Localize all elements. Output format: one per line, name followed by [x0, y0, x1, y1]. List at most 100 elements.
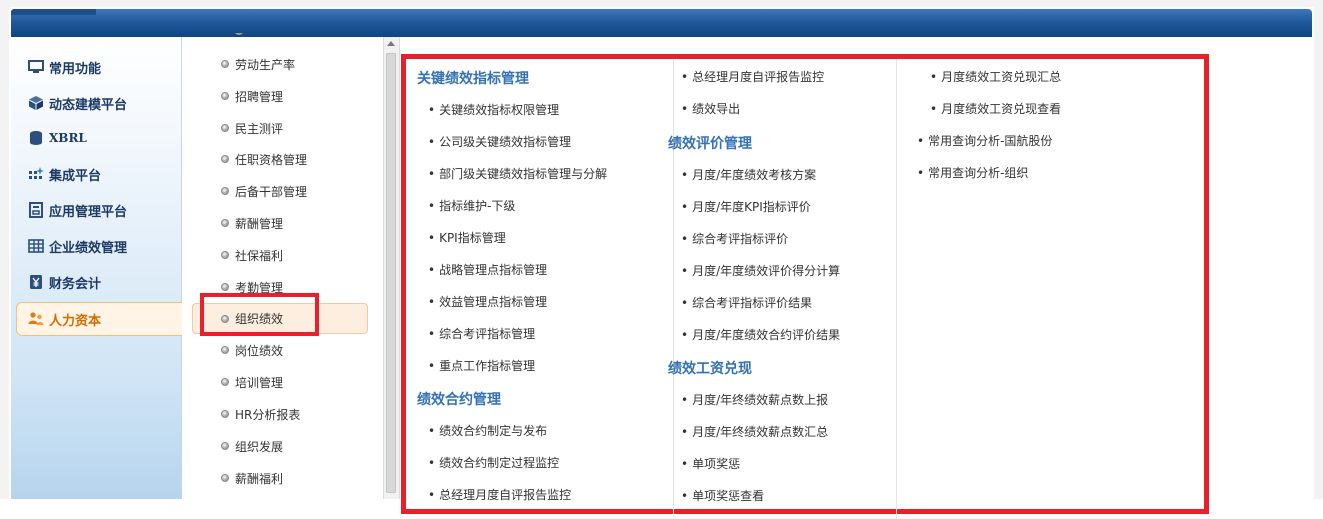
link-strategy-points[interactable]: 战略管理点指标管理 — [428, 261, 547, 278]
group-title-evaluation-management[interactable]: 绩效评价管理 — [668, 133, 752, 153]
org-performance-menu-panel: 关键绩效指标管理 关键绩效指标权限管理 公司级关键绩效指标管理 部门级关键绩效指… — [401, 54, 1209, 519]
link-kpi-permission[interactable]: 关键绩效指标权限管理 — [428, 101, 559, 118]
finance-icon — [28, 274, 44, 290]
column-divider — [896, 59, 897, 519]
nav-item-enterprise-performance[interactable]: 企业绩效管理 — [11, 230, 181, 262]
nav-label: 动态建模平台 — [49, 97, 128, 113]
bullet-icon — [221, 251, 229, 259]
link-salary-points-report[interactable]: 月度/年终绩效薪点数上报 — [681, 391, 828, 408]
link-kpi-indicator[interactable]: KPI指标管理 — [428, 229, 506, 246]
link-performance-export[interactable]: 绩效导出 — [681, 100, 740, 117]
sub-item-post-performance[interactable]: 岗位绩效 — [192, 335, 367, 365]
link-gm-monthly-report-monitor-2[interactable]: 总经理月度自评报告监控 — [681, 68, 824, 85]
left-nav: 常用功能 动态建模平台 XBRL 集成平台 应用管理平台 企业绩效管理 财务会计… — [11, 37, 183, 499]
sub-menu: 劳动生产率 招聘管理 民主测评 任职资格管理 后备干部管理 薪酬管理 社保福利 … — [182, 33, 382, 499]
bullet-icon — [221, 346, 229, 354]
bullet-icon — [221, 60, 229, 68]
bullet-icon — [221, 378, 229, 386]
link-benefit-points[interactable]: 效益管理点指标管理 — [428, 293, 547, 310]
link-wage-summary[interactable]: 月度绩效工资兑现汇总 — [930, 68, 1061, 85]
link-contract-release[interactable]: 绩效合约制定与发布 — [428, 422, 547, 439]
link-individual-rewards-view[interactable]: 单项奖惩查看 — [681, 487, 764, 504]
scroll-thumb[interactable] — [386, 53, 396, 493]
sub-item-recruitment[interactable]: 招聘管理 — [192, 81, 367, 111]
bullet-icon — [221, 155, 229, 163]
sub-item-org-performance[interactable]: 组织绩效 — [192, 303, 368, 334]
sub-item-salary-benefits[interactable]: 薪酬福利 — [192, 463, 367, 493]
nav-item-xbrl[interactable]: XBRL — [11, 122, 181, 154]
nav-item-finance-accounting[interactable]: 财务会计 — [11, 266, 181, 298]
link-salary-points-summary[interactable]: 月度/年终绩效薪点数汇总 — [681, 423, 828, 440]
bullet-icon — [221, 410, 229, 418]
bullet-icon — [221, 187, 229, 195]
nav-item-dynamic-modeling[interactable]: 动态建模平台 — [11, 87, 181, 119]
nav-label: 集成平台 — [49, 168, 102, 184]
app-window-icon — [28, 202, 44, 218]
sub-label: 任职资格管理 — [235, 152, 308, 167]
link-score-calculation[interactable]: 月度/年度绩效评价得分计算 — [681, 262, 840, 279]
column-divider — [673, 59, 674, 519]
sub-item-democratic-evaluation[interactable]: 民主测评 — [192, 113, 367, 143]
sub-item-qualification[interactable]: 任职资格管理 — [192, 144, 367, 174]
link-comprehensive-evaluation[interactable]: 综合考评指标评价 — [681, 230, 788, 247]
nav-item-integration[interactable]: 集成平台 — [11, 158, 181, 190]
link-contract-evaluation-result[interactable]: 月度/年度绩效合约评价结果 — [681, 326, 840, 343]
sub-label: 组织绩效 — [235, 312, 284, 326]
people-icon — [28, 311, 44, 327]
nav-label: 人力资本 — [49, 313, 102, 329]
sub-item-org-development[interactable]: 组织发展 — [192, 431, 367, 461]
group-title-contract-management[interactable]: 绩效合约管理 — [417, 389, 501, 409]
link-assessment-plan[interactable]: 月度/年度绩效考核方案 — [681, 166, 816, 183]
nav-item-app-management[interactable]: 应用管理平台 — [11, 194, 181, 226]
group-title-kpi-management[interactable]: 关键绩效指标管理 — [417, 68, 529, 88]
sub-label: HR分析报表 — [235, 407, 301, 422]
sub-label: 后备干部管理 — [235, 184, 308, 199]
link-key-work-indicators[interactable]: 重点工作指标管理 — [428, 357, 535, 374]
bullet-icon — [221, 283, 229, 291]
scroll-up-arrow-icon[interactable] — [387, 41, 395, 46]
link-individual-rewards[interactable]: 单项奖惩 — [681, 455, 740, 472]
link-gm-monthly-report-monitor[interactable]: 总经理月度自评报告监控 — [428, 486, 571, 503]
link-query-organization[interactable]: 常用查询分析-组织 — [917, 164, 1028, 181]
link-company-kpi[interactable]: 公司级关键绩效指标管理 — [428, 133, 571, 150]
sub-label: 岗位绩效 — [235, 343, 284, 358]
sub-item-attendance[interactable]: 考勤管理 — [192, 272, 367, 302]
table-grid-icon — [28, 238, 44, 254]
link-comprehensive-indicators[interactable]: 综合考评指标管理 — [428, 325, 535, 342]
bullet-icon — [221, 124, 229, 132]
clipped-item-above — [234, 33, 304, 39]
bullet-icon — [221, 442, 229, 450]
sub-item-labor-productivity[interactable]: 劳动生产率 — [192, 49, 367, 79]
link-contract-monitor[interactable]: 绩效合约制定过程监控 — [428, 454, 559, 471]
link-wage-view[interactable]: 月度绩效工资兑现查看 — [930, 100, 1061, 117]
integration-icon — [28, 166, 44, 182]
sub-label: 组织发展 — [235, 439, 284, 454]
bullet-icon — [221, 474, 229, 482]
cube-icon — [28, 95, 44, 111]
link-kpi-evaluation[interactable]: 月度/年度KPI指标评价 — [681, 198, 811, 215]
nav-label: 常用功能 — [49, 61, 102, 77]
nav-label: XBRL — [49, 131, 87, 145]
link-query-air-china[interactable]: 常用查询分析-国航股份 — [917, 132, 1052, 149]
nav-item-human-capital[interactable]: 人力资本 — [16, 302, 183, 336]
link-dept-kpi[interactable]: 部门级关键绩效指标管理与分解 — [428, 165, 607, 182]
vertical-scrollbar[interactable] — [383, 37, 400, 499]
group-title-wage-fulfillment[interactable]: 绩效工资兑现 — [668, 358, 752, 378]
sub-label: 社保福利 — [235, 248, 284, 263]
link-indicator-maintenance[interactable]: 指标维护-下级 — [428, 197, 515, 214]
sub-item-hr-reports[interactable]: HR分析报表 — [192, 399, 367, 429]
sub-item-reserve-cadres[interactable]: 后备干部管理 — [192, 176, 367, 206]
nav-label: 应用管理平台 — [49, 204, 128, 220]
sub-item-training[interactable]: 培训管理 — [192, 367, 367, 397]
top-banner — [11, 9, 1312, 37]
sub-item-compensation[interactable]: 薪酬管理 — [192, 208, 367, 238]
sub-label: 薪酬管理 — [235, 216, 284, 231]
sub-item-social-welfare[interactable]: 社保福利 — [192, 240, 367, 270]
sub-label: 考勤管理 — [235, 280, 284, 295]
bullet-icon — [221, 219, 229, 227]
database-icon — [28, 130, 44, 146]
link-comprehensive-result[interactable]: 综合考评指标评价结果 — [681, 294, 812, 311]
sub-label: 招聘管理 — [235, 89, 284, 104]
bullet-icon — [221, 314, 229, 323]
nav-item-common-functions[interactable]: 常用功能 — [11, 51, 181, 83]
